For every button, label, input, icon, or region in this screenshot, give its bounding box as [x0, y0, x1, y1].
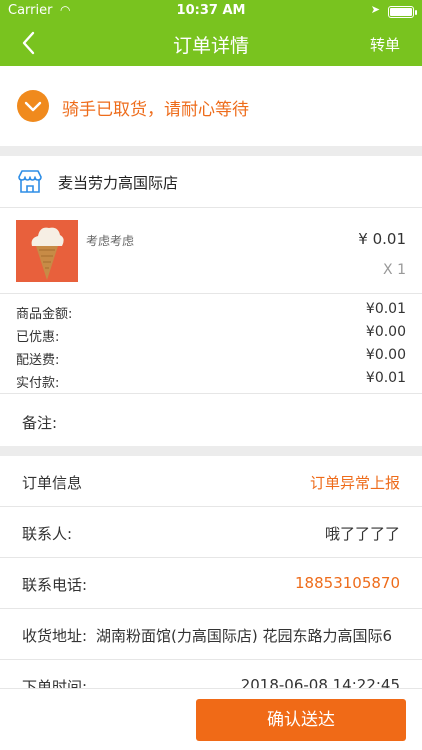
top-bar: Carrier ◠ 10:37 AM ➤ 订单详情 转单	[0, 0, 422, 66]
report-exception-link[interactable]: 订单异常上报	[310, 472, 400, 493]
delivery-status-text: 骑手已取货，请耐心等待	[62, 100, 249, 120]
product-row[interactable]: 考虑考虑 ¥ 0.01 X 1	[0, 208, 422, 294]
check-icon	[17, 90, 49, 122]
bottom-action-bar: 确认送达	[0, 688, 422, 750]
transfer-order-button[interactable]: 转单	[370, 34, 400, 55]
summary-value: ¥0.01	[365, 301, 406, 317]
confirm-delivery-button[interactable]: 确认送达	[196, 699, 406, 741]
product-image	[16, 220, 78, 282]
store-name: 麦当劳力高国际店	[58, 174, 179, 192]
contact-row: 联系人: 哦了了了了	[0, 507, 422, 558]
summary-value: ¥0.00	[365, 347, 406, 363]
summary-row-paid: 实付款: ¥0.01	[16, 369, 406, 391]
remark-row: 备注:	[0, 394, 422, 446]
summary-label: 实付款:	[16, 376, 60, 391]
product-name: 考虑考虑	[86, 234, 135, 248]
price-summary: 商品金额: ¥0.01 已优惠: ¥0.00 配送费: ¥0.00 实付款: ¥…	[0, 294, 422, 394]
address-row: 收货地址: 湖南粉面馆(力高国际店) 花园东路力高国际6	[0, 609, 422, 660]
battery-icon	[388, 6, 417, 18]
summary-row-subtotal: 商品金额: ¥0.01	[16, 300, 406, 322]
location-arrow-icon: ➤	[370, 3, 380, 16]
product-price: ¥ 0.01	[358, 230, 406, 248]
order-info-title: 订单信息	[22, 474, 83, 492]
clock: 10:37 AM	[176, 3, 246, 18]
page-title: 订单详情	[172, 35, 249, 57]
remark-label: 备注:	[22, 414, 58, 432]
address-label: 收货地址:	[22, 627, 88, 645]
delivery-status-banner: 骑手已取货，请耐心等待	[0, 66, 422, 146]
summary-label: 商品金额:	[16, 307, 73, 322]
order-info-header: 订单信息 订单异常上报	[0, 456, 422, 507]
contact-label: 联系人:	[22, 525, 73, 543]
contact-value: 哦了了了了	[324, 525, 400, 543]
order-detail-screen: Carrier ◠ 10:37 AM ➤ 订单详情 转单 骑手已取货，请耐心等待	[0, 0, 422, 750]
phone-label: 联系电话:	[22, 576, 88, 594]
store-card: 麦当劳力高国际店 考虑考虑 ¥ 0.01 X 1 商品金额: ¥0.01 已优惠…	[0, 156, 422, 446]
status-bar: Carrier ◠ 10:37 AM ➤	[0, 0, 422, 22]
phone-link[interactable]: 18853105870	[295, 574, 400, 592]
phone-row: 联系电话: 18853105870	[0, 558, 422, 609]
store-header: 麦当劳力高国际店	[0, 156, 422, 208]
summary-label: 配送费:	[16, 353, 60, 368]
product-quantity: X 1	[383, 262, 406, 278]
summary-row-delivery-fee: 配送费: ¥0.00	[16, 346, 406, 368]
address-value: 湖南粉面馆(力高国际店) 花园东路力高国际6	[96, 627, 393, 645]
summary-row-discount: 已优惠: ¥0.00	[16, 323, 406, 345]
shop-icon	[18, 170, 42, 193]
summary-value: ¥0.01	[365, 370, 406, 386]
summary-value: ¥0.00	[365, 324, 406, 340]
nav-bar: 订单详情 转单	[0, 22, 422, 66]
summary-label: 已优惠:	[16, 330, 60, 345]
